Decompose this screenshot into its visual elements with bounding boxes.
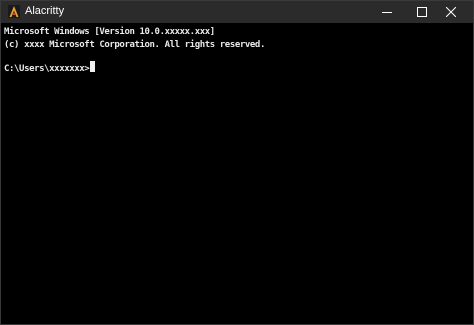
terminal-area[interactable]: Microsoft Windows [Version 10.0.xxxxx.xx… <box>1 23 473 324</box>
alacritty-logo-icon <box>8 5 20 18</box>
title-bar[interactable]: Alacritty <box>1 1 473 23</box>
prompt-line[interactable]: C:\Users\xxxxxxx> <box>4 61 473 74</box>
terminal-line: (c) xxxx Microsoft Corporation. All righ… <box>4 40 265 50</box>
text-cursor <box>90 61 96 72</box>
maximize-icon <box>417 7 427 17</box>
terminal-line: Microsoft Windows [Version 10.0.xxxxx.xx… <box>4 27 215 37</box>
minimize-icon <box>382 12 392 13</box>
close-button[interactable] <box>429 1 473 23</box>
alacritty-window: Alacritty Microsoft Windows [Version 10.… <box>0 0 474 325</box>
close-icon <box>446 7 456 17</box>
shell-prompt: C:\Users\xxxxxxx> <box>4 64 90 74</box>
window-title: Alacritty <box>25 5 65 17</box>
